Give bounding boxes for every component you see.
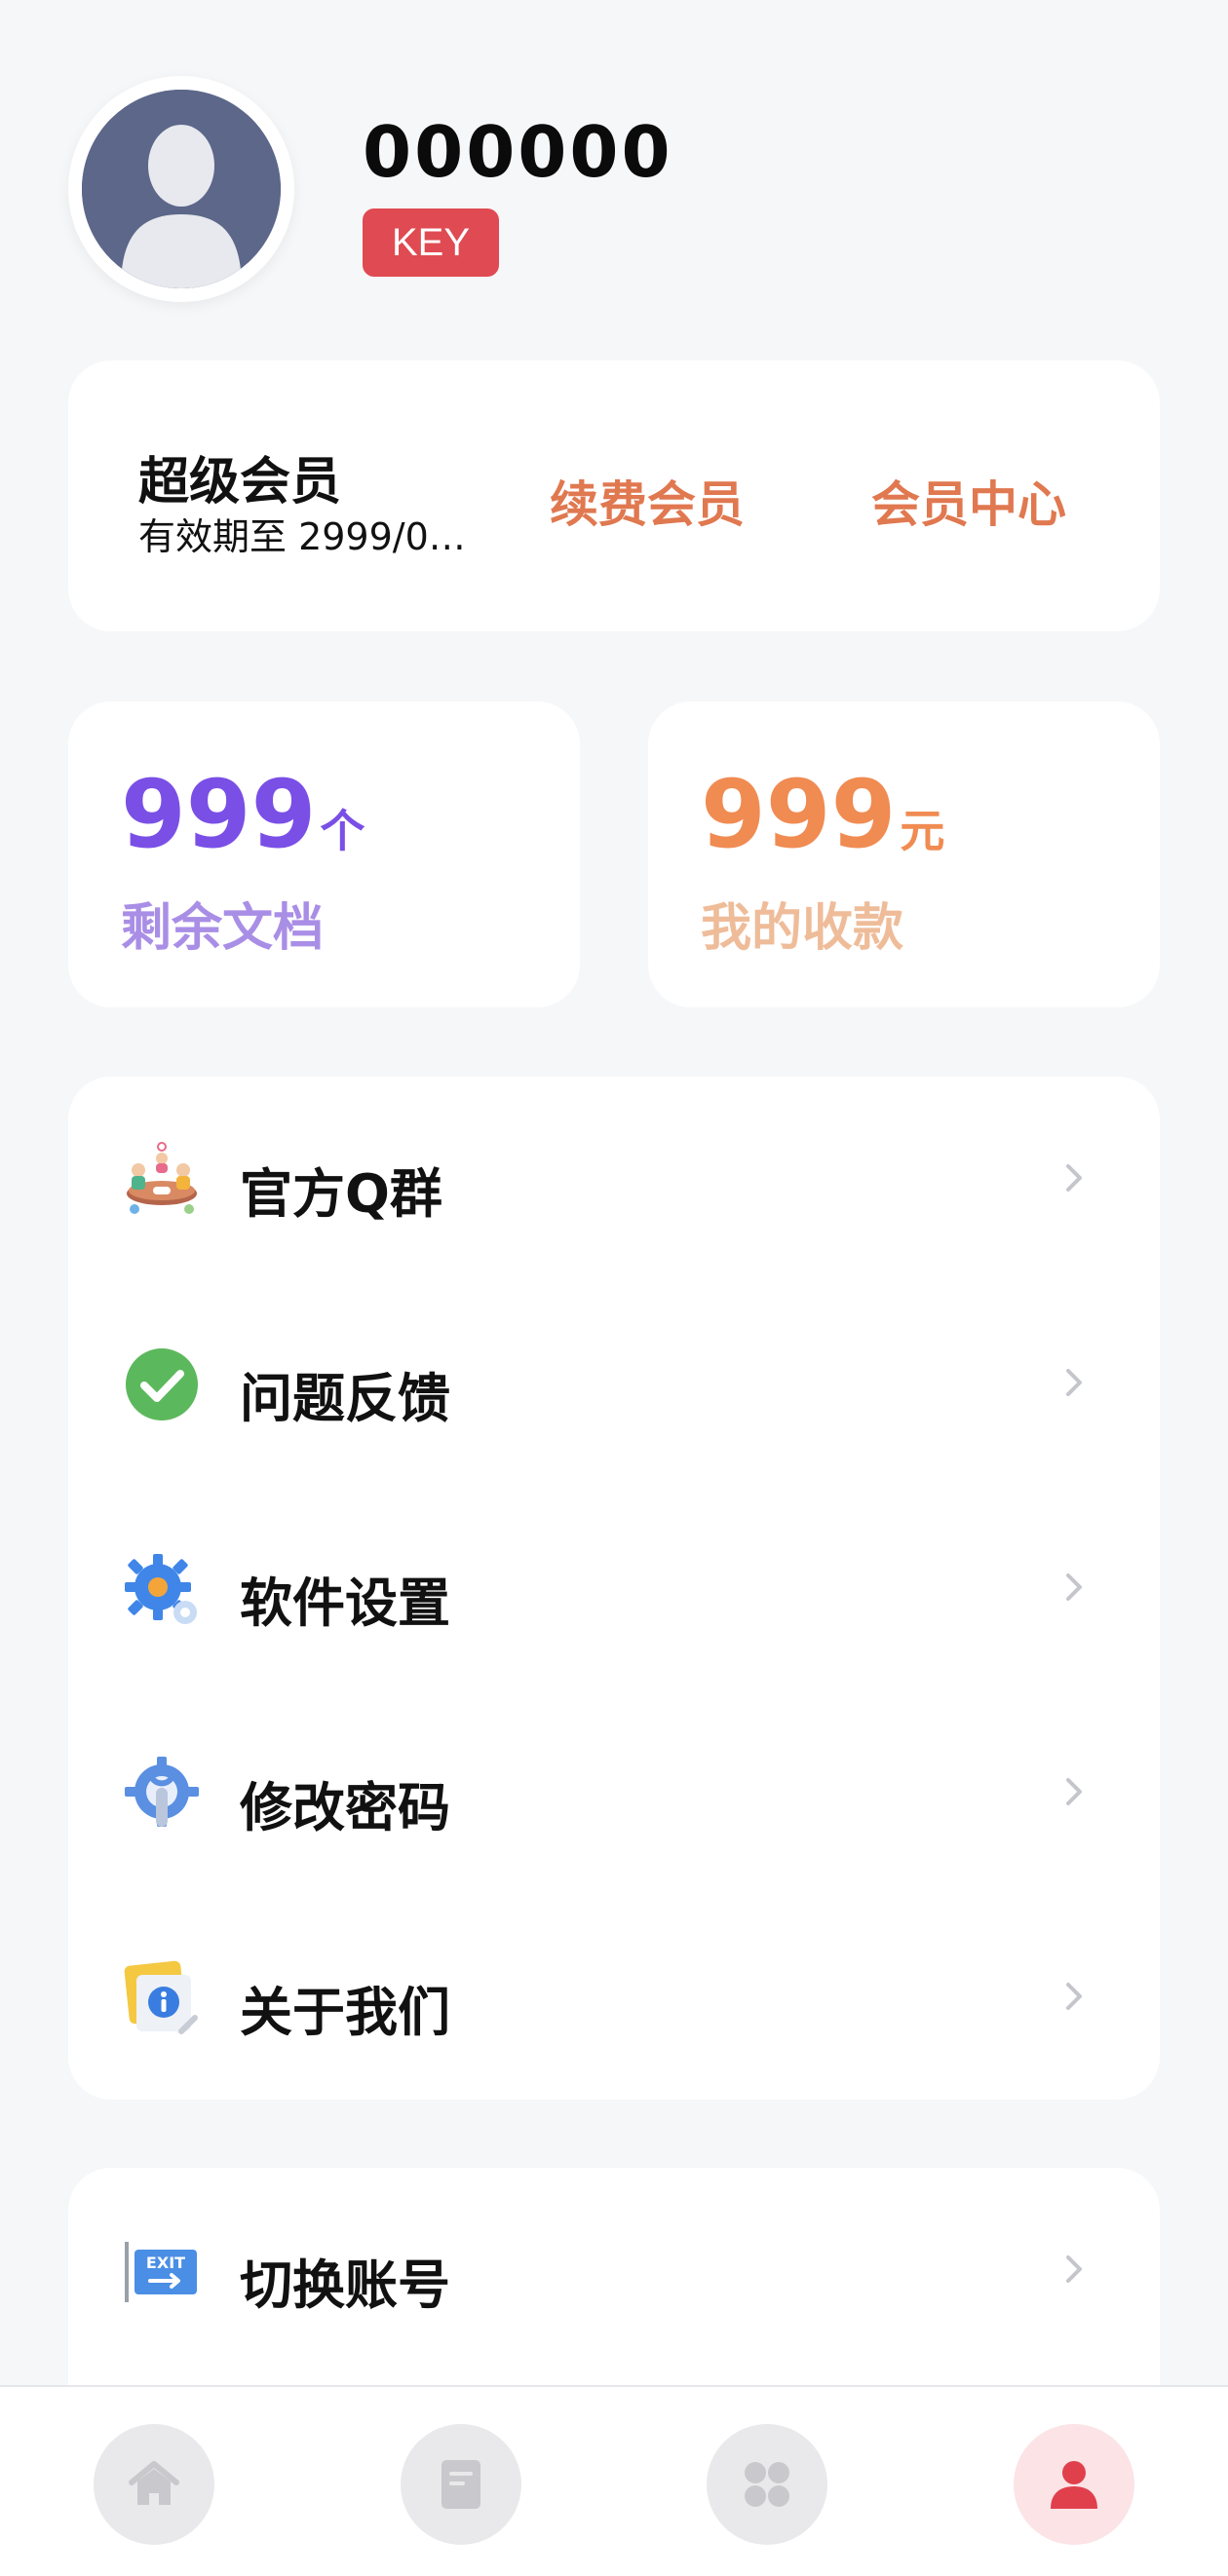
chevron-right-icon (1055, 1772, 1094, 1811)
profile-icon (1051, 2461, 1097, 2509)
nav-profile-button[interactable] (1014, 2424, 1134, 2545)
menu-item-switch-account[interactable]: EXIT 切换账号 (68, 2168, 1160, 2372)
menu-list: 官方Q群 问题反馈 软件设置 修改密码 关于我们 (68, 1077, 1160, 2100)
bottom-navigation (0, 2385, 1228, 2576)
check-circle-icon (123, 1345, 201, 1423)
document-icon (441, 2460, 480, 2509)
vip-card: 超级会员 有效期至 2999/0… 续费会员 会员中心 (68, 360, 1160, 631)
nav-home-button[interactable] (94, 2424, 214, 2545)
chevron-right-icon (1055, 1363, 1094, 1402)
chevron-right-icon (1055, 1977, 1094, 2016)
info-icon (123, 1959, 201, 2037)
vip-title: 超级会员 (138, 453, 342, 511)
nav-apps-button[interactable] (707, 2424, 827, 2545)
avatar[interactable] (68, 76, 294, 302)
chevron-right-icon (1055, 2250, 1094, 2289)
menu-item-label: 切换账号 (240, 2254, 450, 2316)
user-silhouette-icon (82, 90, 281, 288)
chevron-right-icon (1055, 1568, 1094, 1607)
vip-center-button[interactable]: 会员中心 (871, 466, 1066, 536)
nav-documents-button[interactable] (401, 2424, 521, 2545)
remaining-docs-label: 剩余文档 (121, 899, 325, 958)
my-payments-card[interactable]: 999元 我的收款 (648, 701, 1160, 1007)
my-payments-label: 我的收款 (701, 899, 904, 958)
key-badge: KEY (363, 208, 500, 277)
menu-item-label: 问题反馈 (240, 1368, 450, 1429)
my-payments-value: 999 (701, 760, 897, 869)
remaining-docs-card[interactable]: 999个 剩余文档 (68, 701, 580, 1007)
menu-item-label: 关于我们 (240, 1982, 450, 2043)
menu-item-official-qq-group[interactable]: 官方Q群 (68, 1077, 1160, 1281)
menu-item-label: 官方Q群 (240, 1163, 442, 1225)
menu-item-label: 软件设置 (240, 1572, 450, 1634)
renew-vip-button[interactable]: 续费会员 (550, 466, 745, 536)
my-payments-value-line: 999元 (701, 768, 944, 861)
profile-header: 000000 KEY (68, 76, 1160, 302)
menu-item-feedback[interactable]: 问题反馈 (68, 1281, 1160, 1486)
my-payments-unit: 元 (900, 805, 945, 857)
username: 000000 (363, 111, 673, 193)
chevron-right-icon (1055, 1158, 1094, 1197)
gear-icon (123, 1550, 201, 1628)
exit-icon: EXIT (123, 2232, 201, 2310)
wrench-gear-icon (123, 1755, 201, 1833)
remaining-docs-unit: 个 (320, 805, 365, 857)
remaining-docs-value: 999 (121, 760, 317, 869)
remaining-docs-value-line: 999个 (121, 768, 365, 861)
group-chat-icon (123, 1141, 201, 1219)
menu-item-about-us[interactable]: 关于我们 (68, 1895, 1160, 2100)
svg-text:EXIT: EXIT (146, 2254, 185, 2272)
menu-item-settings[interactable]: 软件设置 (68, 1486, 1160, 1690)
menu-item-label: 修改密码 (240, 1777, 450, 1838)
menu-item-change-password[interactable]: 修改密码 (68, 1690, 1160, 1895)
home-icon (129, 2461, 179, 2505)
vip-expiry: 有效期至 2999/0… (138, 515, 466, 558)
apps-icon (745, 2462, 789, 2507)
